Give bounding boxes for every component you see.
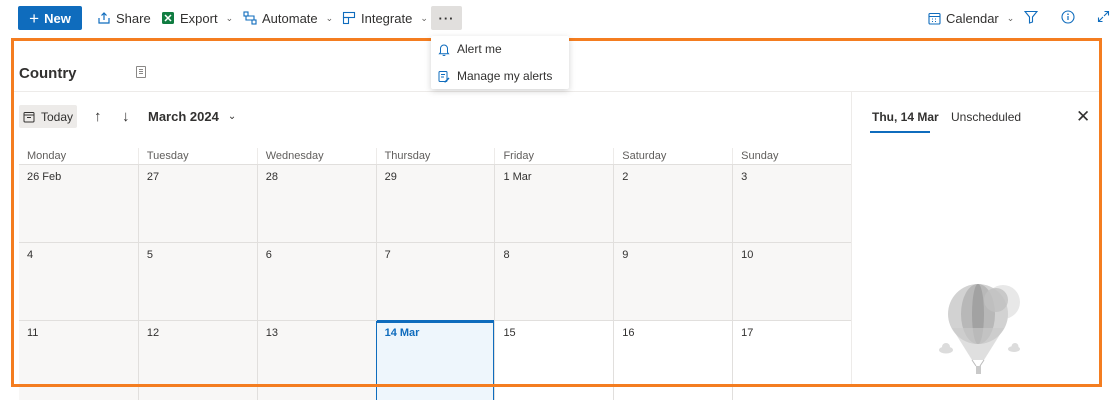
menu-item-alert-me[interactable]: Alert me [431,36,569,62]
integrate-button[interactable]: Integrate ⌄ [342,8,428,28]
chevron-down-icon: ⌄ [420,12,428,23]
export-label: Export [180,10,218,26]
view-switcher-button[interactable]: Calendar ⌄ [928,8,1014,28]
chevron-down-icon: ⌄ [325,12,334,23]
expand-icon[interactable] [1097,10,1110,23]
view-switcher-label: Calendar [946,10,999,26]
edit-alerts-icon [438,70,450,82]
share-button[interactable]: Share [97,8,151,28]
chevron-down-icon: ⌄ [1006,12,1015,23]
filter-icon[interactable] [1024,10,1038,24]
automate-label: Automate [262,10,318,26]
share-icon [98,12,110,24]
menu-item-label: Alert me [457,42,502,56]
plus-icon: + [29,8,40,28]
more-options-menu: Alert me Manage my alerts [431,36,569,89]
command-bar: + New Share Export ⌄ Automate ⌄ Integrat… [0,0,1113,36]
excel-icon [162,12,174,24]
chevron-down-icon: ⌄ [225,12,234,23]
info-icon[interactable] [1061,10,1075,24]
highlight-frame [11,38,1102,387]
export-button[interactable]: Export ⌄ [161,8,233,28]
automate-button[interactable]: Automate ⌄ [243,8,333,28]
integrate-icon [342,11,356,25]
menu-item-manage-alerts[interactable]: Manage my alerts [431,63,569,89]
new-button[interactable]: + New [18,6,82,30]
new-button-label: New [44,10,71,26]
calendar-icon [928,12,941,25]
bell-icon [438,44,450,56]
automate-icon [243,11,257,25]
integrate-label: Integrate [361,10,413,26]
menu-item-label: Manage my alerts [457,69,553,83]
share-label: Share [116,10,151,26]
more-options-button[interactable]: ··· [431,6,462,30]
